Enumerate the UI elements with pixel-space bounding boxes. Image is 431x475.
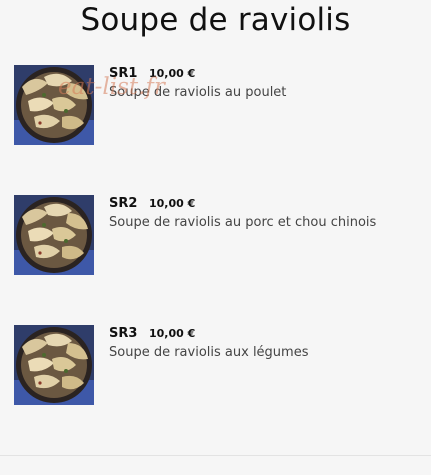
dumpling-soup-photo	[14, 325, 94, 405]
dish-image[interactable]	[14, 325, 94, 405]
dish-image[interactable]	[14, 195, 94, 275]
menu-item[interactable]: SR2 10,00 € Soupe de raviolis au porc et…	[14, 195, 419, 277]
item-code: SR2	[109, 196, 138, 211]
item-price: 10,00 €	[149, 197, 196, 210]
dumpling-soup-photo	[14, 65, 94, 145]
item-price: 10,00 €	[149, 327, 196, 340]
item-price: 10,00 €	[149, 67, 196, 80]
divider	[0, 455, 431, 456]
item-code: SR3	[109, 326, 138, 341]
item-name: Soupe de raviolis aux légumes	[109, 345, 309, 360]
item-name: Soupe de raviolis au porc et chou chinoi…	[109, 215, 377, 230]
dumpling-soup-photo	[14, 195, 94, 275]
item-code: SR1	[109, 66, 138, 81]
menu-item[interactable]: SR1 10,00 € Soupe de raviolis au poulet	[14, 65, 419, 147]
menu-page: Soupe de raviolis SR1 10,00 € Soupe de r…	[0, 0, 431, 475]
menu-item[interactable]: SR3 10,00 € Soupe de raviolis aux légume…	[14, 325, 419, 407]
item-name: Soupe de raviolis au poulet	[109, 85, 287, 100]
page-title: Soupe de raviolis	[80, 2, 351, 38]
dish-image[interactable]	[14, 65, 94, 145]
